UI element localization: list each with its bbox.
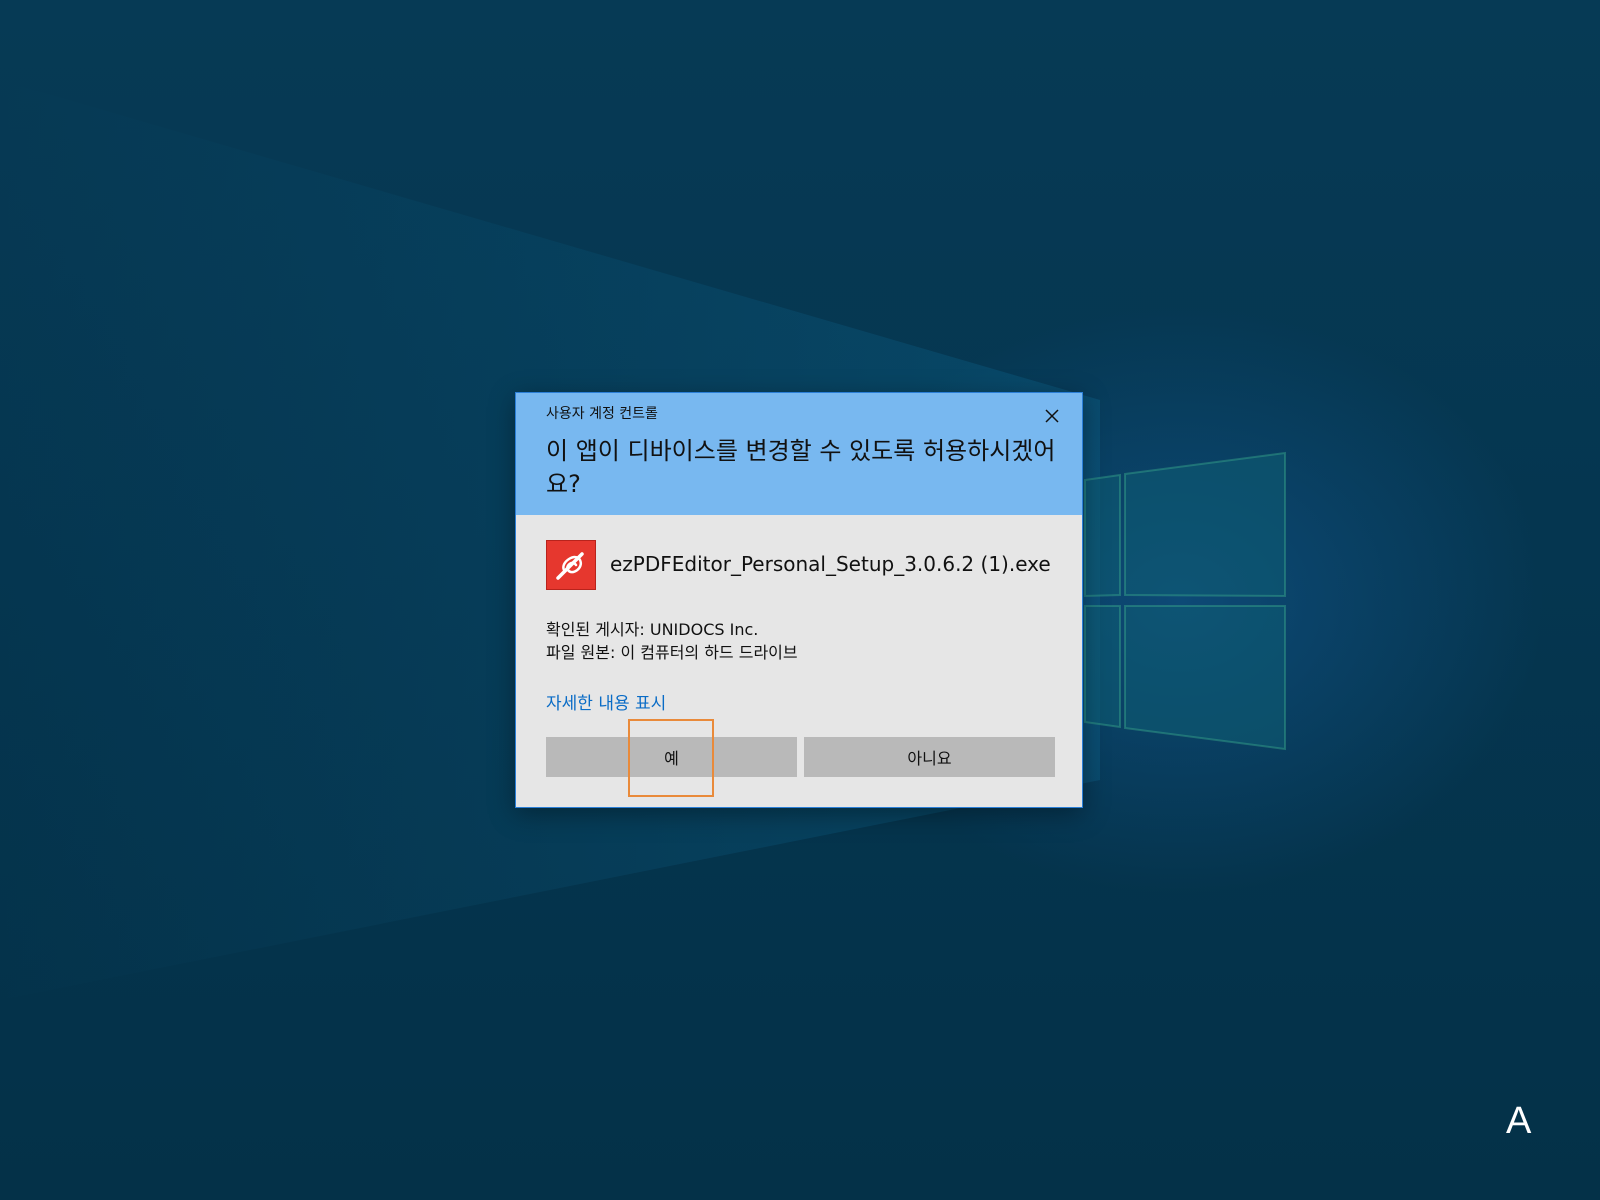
dialog-caption: 사용자 계정 컨트롤	[546, 406, 658, 422]
close-icon	[1045, 409, 1059, 423]
app-details: 확인된 게시자: UNIDOCS Inc. 파일 원본: 이 컴퓨터의 하드 드…	[546, 618, 798, 664]
dialog-question: 이 앱이 디바이스를 변경할 수 있도록 허용하시겠어요?	[546, 437, 1056, 498]
file-origin-text: 파일 원본: 이 컴퓨터의 하드 드라이브	[546, 643, 798, 662]
yes-button[interactable]: 예	[546, 737, 797, 777]
app-file-name: ezPDFEditor_Personal_Setup_3.0.6.2 (1).e…	[610, 552, 1051, 576]
input-indicator[interactable]: A	[1506, 1100, 1531, 1143]
no-button[interactable]: 아니요	[804, 737, 1055, 777]
ezpdf-app-icon	[546, 540, 596, 590]
close-button[interactable]	[1036, 401, 1068, 431]
uac-dialog: 사용자 계정 컨트롤 이 앱이 디바이스를 변경할 수 있도록 허용하시겠어요?…	[515, 392, 1083, 808]
publisher-text: 확인된 게시자: UNIDOCS Inc.	[546, 620, 759, 639]
app-info-row: ezPDFEditor_Personal_Setup_3.0.6.2 (1).e…	[546, 540, 1066, 592]
uac-header: 사용자 계정 컨트롤 이 앱이 디바이스를 변경할 수 있도록 허용하시겠어요?	[516, 393, 1082, 515]
show-details-link[interactable]: 자세한 내용 표시	[546, 689, 666, 714]
